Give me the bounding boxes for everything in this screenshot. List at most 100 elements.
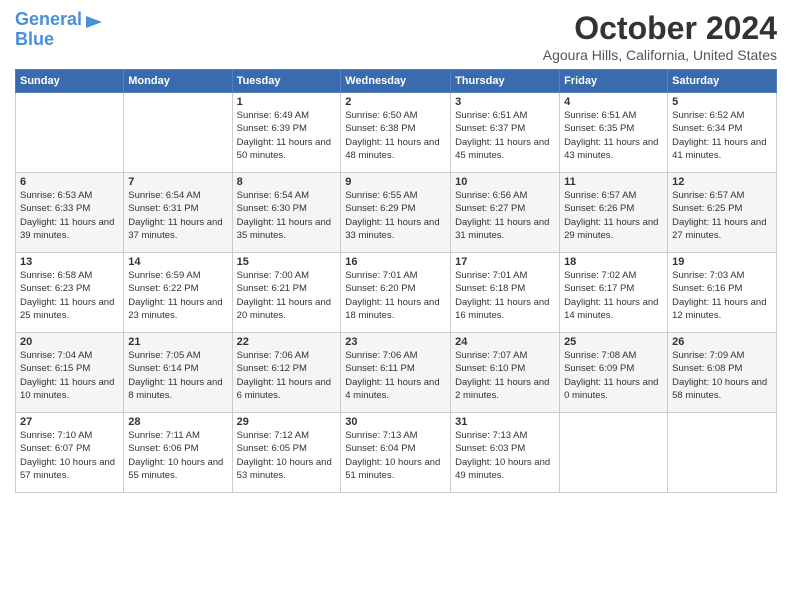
calendar-cell (668, 413, 777, 493)
day-number: 2 (345, 96, 446, 108)
calendar-header-friday: Friday (560, 70, 668, 93)
title-block: October 2024 Agoura Hills, California, U… (543, 10, 777, 63)
calendar-cell: 7Sunrise: 6:54 AMSunset: 6:31 PMDaylight… (124, 173, 232, 253)
day-number: 7 (128, 176, 227, 188)
calendar-cell: 18Sunrise: 7:02 AMSunset: 6:17 PMDayligh… (560, 253, 668, 333)
calendar-table: SundayMondayTuesdayWednesdayThursdayFrid… (15, 69, 777, 493)
day-number: 19 (672, 256, 772, 268)
calendar-header-wednesday: Wednesday (341, 70, 451, 93)
calendar-cell: 2Sunrise: 6:50 AMSunset: 6:38 PMDaylight… (341, 93, 451, 173)
day-info: Sunrise: 7:03 AMSunset: 6:16 PMDaylight:… (672, 269, 772, 322)
day-number: 18 (564, 256, 663, 268)
calendar-week-1: 1Sunrise: 6:49 AMSunset: 6:39 PMDaylight… (16, 93, 777, 173)
day-number: 11 (564, 176, 663, 188)
day-info: Sunrise: 6:59 AMSunset: 6:22 PMDaylight:… (128, 269, 227, 322)
day-number: 17 (455, 256, 555, 268)
day-info: Sunrise: 7:06 AMSunset: 6:12 PMDaylight:… (237, 349, 337, 402)
calendar-cell: 4Sunrise: 6:51 AMSunset: 6:35 PMDaylight… (560, 93, 668, 173)
day-info: Sunrise: 7:13 AMSunset: 6:04 PMDaylight:… (345, 429, 446, 482)
logo-blue: Blue (15, 29, 54, 49)
day-number: 29 (237, 416, 337, 428)
day-info: Sunrise: 6:49 AMSunset: 6:39 PMDaylight:… (237, 109, 337, 162)
calendar-week-3: 13Sunrise: 6:58 AMSunset: 6:23 PMDayligh… (16, 253, 777, 333)
day-number: 9 (345, 176, 446, 188)
calendar-header-saturday: Saturday (668, 70, 777, 93)
day-info: Sunrise: 7:08 AMSunset: 6:09 PMDaylight:… (564, 349, 663, 402)
day-info: Sunrise: 7:00 AMSunset: 6:21 PMDaylight:… (237, 269, 337, 322)
calendar-header-monday: Monday (124, 70, 232, 93)
logo-general: General (15, 9, 82, 29)
day-number: 15 (237, 256, 337, 268)
day-info: Sunrise: 6:50 AMSunset: 6:38 PMDaylight:… (345, 109, 446, 162)
calendar-header-row: SundayMondayTuesdayWednesdayThursdayFrid… (16, 70, 777, 93)
day-number: 10 (455, 176, 555, 188)
logo: General Blue (15, 10, 104, 50)
calendar-cell: 8Sunrise: 6:54 AMSunset: 6:30 PMDaylight… (232, 173, 341, 253)
calendar-cell: 23Sunrise: 7:06 AMSunset: 6:11 PMDayligh… (341, 333, 451, 413)
calendar-cell: 11Sunrise: 6:57 AMSunset: 6:26 PMDayligh… (560, 173, 668, 253)
calendar-cell: 1Sunrise: 6:49 AMSunset: 6:39 PMDaylight… (232, 93, 341, 173)
day-number: 25 (564, 336, 663, 348)
day-info: Sunrise: 6:55 AMSunset: 6:29 PMDaylight:… (345, 189, 446, 242)
day-info: Sunrise: 6:56 AMSunset: 6:27 PMDaylight:… (455, 189, 555, 242)
logo-arrow-icon (84, 12, 104, 32)
day-number: 1 (237, 96, 337, 108)
calendar-header-thursday: Thursday (451, 70, 560, 93)
day-number: 21 (128, 336, 227, 348)
day-info: Sunrise: 6:58 AMSunset: 6:23 PMDaylight:… (20, 269, 119, 322)
calendar-cell: 30Sunrise: 7:13 AMSunset: 6:04 PMDayligh… (341, 413, 451, 493)
day-info: Sunrise: 6:57 AMSunset: 6:25 PMDaylight:… (672, 189, 772, 242)
calendar-cell: 24Sunrise: 7:07 AMSunset: 6:10 PMDayligh… (451, 333, 560, 413)
calendar-cell: 27Sunrise: 7:10 AMSunset: 6:07 PMDayligh… (16, 413, 124, 493)
day-info: Sunrise: 6:57 AMSunset: 6:26 PMDaylight:… (564, 189, 663, 242)
day-info: Sunrise: 6:51 AMSunset: 6:35 PMDaylight:… (564, 109, 663, 162)
calendar-header-tuesday: Tuesday (232, 70, 341, 93)
calendar-cell: 13Sunrise: 6:58 AMSunset: 6:23 PMDayligh… (16, 253, 124, 333)
day-info: Sunrise: 7:09 AMSunset: 6:08 PMDaylight:… (672, 349, 772, 402)
calendar-cell: 29Sunrise: 7:12 AMSunset: 6:05 PMDayligh… (232, 413, 341, 493)
calendar-cell (560, 413, 668, 493)
calendar-cell: 14Sunrise: 6:59 AMSunset: 6:22 PMDayligh… (124, 253, 232, 333)
day-info: Sunrise: 7:13 AMSunset: 6:03 PMDaylight:… (455, 429, 555, 482)
calendar-cell: 12Sunrise: 6:57 AMSunset: 6:25 PMDayligh… (668, 173, 777, 253)
day-info: Sunrise: 7:06 AMSunset: 6:11 PMDaylight:… (345, 349, 446, 402)
day-number: 13 (20, 256, 119, 268)
day-number: 6 (20, 176, 119, 188)
calendar-cell: 5Sunrise: 6:52 AMSunset: 6:34 PMDaylight… (668, 93, 777, 173)
day-info: Sunrise: 7:11 AMSunset: 6:06 PMDaylight:… (128, 429, 227, 482)
day-info: Sunrise: 6:54 AMSunset: 6:30 PMDaylight:… (237, 189, 337, 242)
calendar-cell: 26Sunrise: 7:09 AMSunset: 6:08 PMDayligh… (668, 333, 777, 413)
day-number: 16 (345, 256, 446, 268)
calendar-cell: 20Sunrise: 7:04 AMSunset: 6:15 PMDayligh… (16, 333, 124, 413)
calendar-cell: 28Sunrise: 7:11 AMSunset: 6:06 PMDayligh… (124, 413, 232, 493)
day-info: Sunrise: 7:05 AMSunset: 6:14 PMDaylight:… (128, 349, 227, 402)
day-number: 4 (564, 96, 663, 108)
logo-text: General Blue (15, 10, 82, 50)
calendar-cell: 21Sunrise: 7:05 AMSunset: 6:14 PMDayligh… (124, 333, 232, 413)
day-number: 27 (20, 416, 119, 428)
day-info: Sunrise: 6:51 AMSunset: 6:37 PMDaylight:… (455, 109, 555, 162)
day-number: 22 (237, 336, 337, 348)
page: General Blue October 2024 Agoura Hills, … (0, 0, 792, 612)
calendar-cell: 6Sunrise: 6:53 AMSunset: 6:33 PMDaylight… (16, 173, 124, 253)
day-info: Sunrise: 7:01 AMSunset: 6:18 PMDaylight:… (455, 269, 555, 322)
calendar-cell: 16Sunrise: 7:01 AMSunset: 6:20 PMDayligh… (341, 253, 451, 333)
day-number: 26 (672, 336, 772, 348)
day-number: 30 (345, 416, 446, 428)
calendar-cell: 17Sunrise: 7:01 AMSunset: 6:18 PMDayligh… (451, 253, 560, 333)
calendar-cell: 15Sunrise: 7:00 AMSunset: 6:21 PMDayligh… (232, 253, 341, 333)
day-number: 5 (672, 96, 772, 108)
calendar-cell (16, 93, 124, 173)
header: General Blue October 2024 Agoura Hills, … (15, 10, 777, 63)
calendar-week-2: 6Sunrise: 6:53 AMSunset: 6:33 PMDaylight… (16, 173, 777, 253)
calendar-cell: 9Sunrise: 6:55 AMSunset: 6:29 PMDaylight… (341, 173, 451, 253)
day-info: Sunrise: 7:02 AMSunset: 6:17 PMDaylight:… (564, 269, 663, 322)
day-number: 14 (128, 256, 227, 268)
calendar-cell: 19Sunrise: 7:03 AMSunset: 6:16 PMDayligh… (668, 253, 777, 333)
day-info: Sunrise: 7:12 AMSunset: 6:05 PMDaylight:… (237, 429, 337, 482)
day-number: 8 (237, 176, 337, 188)
day-info: Sunrise: 6:53 AMSunset: 6:33 PMDaylight:… (20, 189, 119, 242)
day-info: Sunrise: 6:54 AMSunset: 6:31 PMDaylight:… (128, 189, 227, 242)
month-title: October 2024 (543, 10, 777, 47)
calendar-cell: 10Sunrise: 6:56 AMSunset: 6:27 PMDayligh… (451, 173, 560, 253)
